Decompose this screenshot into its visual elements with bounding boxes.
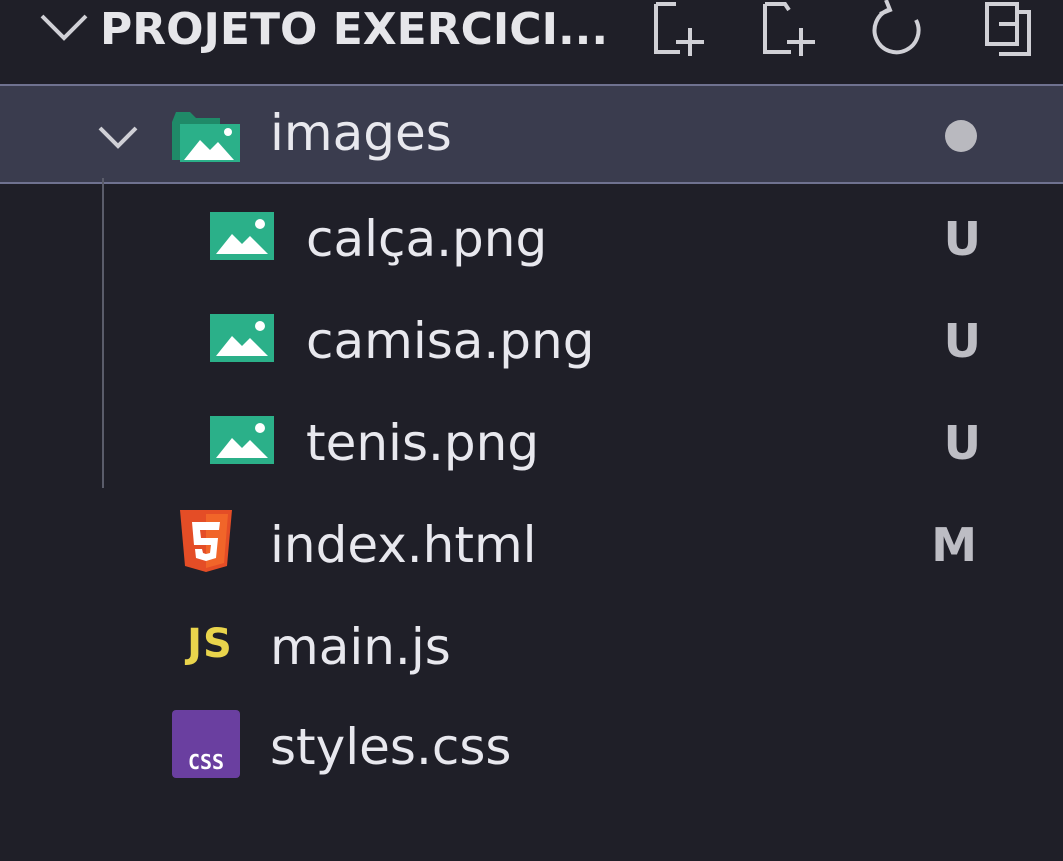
new-file-button[interactable]: [620, 0, 731, 62]
file-label: styles.css: [270, 718, 512, 776]
tree-item-file[interactable]: CSS styles.css: [0, 698, 1063, 798]
file-label: camisa.png: [306, 312, 595, 370]
tree-item-images-folder[interactable]: images: [0, 84, 1063, 184]
git-status-badge: M: [931, 518, 977, 572]
tree-item-file[interactable]: tenis.png U: [0, 392, 1063, 492]
collapse-all-icon: [984, 2, 1031, 56]
js-icon-text: JS: [187, 621, 233, 667]
html5-icon: [178, 508, 234, 574]
image-file-icon: [210, 212, 274, 260]
chevron-down-icon[interactable]: [34, 0, 94, 56]
new-folder-button[interactable]: [731, 0, 842, 62]
chevron-down-icon[interactable]: [94, 112, 142, 160]
new-file-icon: [653, 2, 704, 56]
file-label: tenis.png: [306, 414, 540, 472]
tree-item-file[interactable]: index.html M: [0, 494, 1063, 594]
folder-label: images: [270, 104, 452, 162]
js-icon: JS: [178, 620, 242, 668]
refresh-icon: [872, 0, 921, 55]
css-icon-text: CSS: [187, 750, 225, 774]
explorer-header[interactable]: PROJETO EXERCICI...: [0, 0, 1063, 72]
tree-item-file[interactable]: JS main.js: [0, 596, 1063, 696]
new-folder-icon: [762, 1, 815, 56]
file-label: main.js: [270, 618, 451, 676]
header-actions: [620, 0, 1063, 62]
file-label: index.html: [270, 516, 537, 574]
file-explorer: PROJETO EXERCICI... images calça.png U c…: [0, 0, 1063, 861]
image-folder-icon: [170, 108, 242, 164]
collapse-all-button[interactable]: [953, 0, 1063, 62]
folder-status-dot: [945, 120, 977, 152]
image-file-icon: [210, 416, 274, 464]
git-status-badge: U: [943, 212, 981, 266]
git-status-badge: U: [943, 314, 981, 368]
file-label: calça.png: [306, 210, 548, 268]
git-status-badge: U: [943, 416, 981, 470]
refresh-button[interactable]: [842, 0, 953, 62]
project-title[interactable]: PROJETO EXERCICI...: [100, 4, 608, 55]
image-file-icon: [210, 314, 274, 362]
css-icon: CSS: [172, 710, 240, 778]
tree-item-file[interactable]: calça.png U: [0, 188, 1063, 288]
tree-item-file[interactable]: camisa.png U: [0, 290, 1063, 390]
